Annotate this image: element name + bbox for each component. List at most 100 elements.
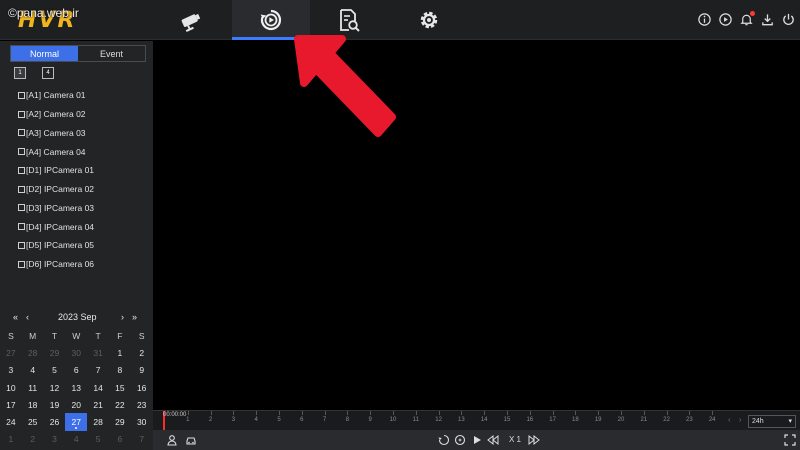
forward-30s-icon[interactable] xyxy=(453,433,467,447)
calendar-day[interactable]: 29 xyxy=(109,413,131,430)
calendar-day[interactable]: 4 xyxy=(22,362,44,379)
camera-item[interactable]: [D1] IPCamera 01 xyxy=(18,161,94,180)
calendar-day[interactable]: 28 xyxy=(87,413,109,430)
info-icon[interactable] xyxy=(697,12,712,27)
calendar-day[interactable]: 29 xyxy=(44,344,66,361)
camera-item[interactable]: [A1] Camera 01 xyxy=(18,86,94,105)
calendar-day[interactable]: 16 xyxy=(131,379,153,396)
rewind-30s-icon[interactable] xyxy=(437,433,451,447)
calendar-day[interactable]: 6 xyxy=(65,362,87,379)
camera-item[interactable]: [D4] IPCamera 04 xyxy=(18,217,94,236)
camera-checkbox[interactable] xyxy=(18,185,25,193)
vehicle-icon[interactable] xyxy=(184,433,198,447)
camera-item[interactable]: [D3] IPCamera 03 xyxy=(18,199,94,218)
calendar-week-row: 24 25 26 27 28 29 30 xyxy=(0,413,153,431)
timeline-tick-label: 16 xyxy=(526,417,534,423)
camera-item[interactable]: [A2] Camera 02 xyxy=(18,105,94,124)
bell-icon[interactable] xyxy=(739,11,755,27)
calendar-day[interactable]: 14 xyxy=(87,379,109,396)
calendar-day[interactable]: 3 xyxy=(44,431,66,448)
download-icon[interactable] xyxy=(760,12,775,27)
calendar-day[interactable]: 18 xyxy=(22,396,44,413)
timeline-tick-line xyxy=(643,411,645,415)
prev-year-button[interactable]: « xyxy=(13,312,18,322)
next-year-button[interactable]: » xyxy=(132,312,137,322)
camera-checkbox[interactable] xyxy=(18,241,25,249)
camera-checkbox[interactable] xyxy=(18,204,25,212)
calendar-weekday: M xyxy=(29,330,37,341)
calendar-day-selected[interactable]: 27 xyxy=(65,413,88,431)
calendar-day[interactable]: 2 xyxy=(131,344,153,361)
camera-item[interactable]: [A3] Camera 03 xyxy=(18,124,94,143)
camera-checkbox[interactable] xyxy=(18,223,25,231)
next-month-button[interactable]: › xyxy=(121,312,124,322)
user-icon[interactable] xyxy=(165,433,179,447)
calendar-day[interactable]: 20 xyxy=(65,396,87,413)
calendar-day[interactable]: 24 xyxy=(0,413,22,430)
layout-4-button[interactable]: 4 xyxy=(42,67,54,79)
timeline-tick-label: 20 xyxy=(617,417,625,423)
camera-item[interactable]: [D2] IPCamera 02 xyxy=(18,180,94,199)
calendar-day[interactable]: 31 xyxy=(87,344,109,361)
calendar-day[interactable]: 5 xyxy=(87,431,109,448)
camera-checkbox[interactable] xyxy=(18,148,25,156)
slow-down-icon[interactable] xyxy=(486,433,500,447)
chevron-down-icon: ▾ xyxy=(788,418,792,425)
calendar-day[interactable]: 21 xyxy=(87,396,109,413)
calendar-day[interactable]: 19 xyxy=(44,396,66,413)
play-circle-icon[interactable] xyxy=(718,12,733,27)
fullscreen-icon[interactable] xyxy=(783,433,797,447)
calendar-day[interactable]: 15 xyxy=(109,379,131,396)
power-icon[interactable] xyxy=(781,12,796,27)
tab-normal[interactable]: Normal xyxy=(11,46,78,61)
calendar-day[interactable]: 9 xyxy=(131,362,153,379)
calendar-day[interactable]: 3 xyxy=(0,362,22,379)
layout-1-button[interactable]: 1 xyxy=(14,67,26,79)
timeline-tick-label: 14 xyxy=(480,417,488,423)
calendar-day[interactable]: 23 xyxy=(131,396,153,413)
timeline-tick-line xyxy=(187,411,189,415)
timeline[interactable]: 1 2 3 4 5 6 7 8 9 10 11 12 13 14 15 16 17 18 19 20 21 22 23 24 … xyxy=(153,410,800,431)
camera-item[interactable]: [D6] IPCamera 06 xyxy=(18,255,94,274)
calendar-day[interactable]: 10 xyxy=(0,379,22,396)
camera-item[interactable]: [A4] Camera 04 xyxy=(18,142,94,161)
calendar-day[interactable]: 26 xyxy=(44,413,66,430)
camera-checkbox[interactable] xyxy=(18,260,25,268)
timeline-next-button[interactable]: › xyxy=(739,415,742,424)
calendar-day[interactable]: 30 xyxy=(65,344,87,361)
timeline-prev-button[interactable]: ‹ xyxy=(728,415,731,424)
calendar-day[interactable]: 1 xyxy=(109,344,131,361)
camera-checkbox[interactable] xyxy=(18,110,25,118)
calendar-day[interactable]: 5 xyxy=(44,362,66,379)
calendar-day[interactable]: 27 xyxy=(0,344,22,361)
prev-month-button[interactable]: ‹ xyxy=(26,312,29,322)
camera-checkbox[interactable] xyxy=(18,129,25,137)
layout-buttons: 1 4 xyxy=(14,67,54,79)
calendar-day[interactable]: 11 xyxy=(22,379,44,396)
timeline-range-select[interactable]: 24h ▾ xyxy=(748,415,796,428)
calendar-week-row: 1234567 xyxy=(0,431,153,448)
calendar-day[interactable]: 22 xyxy=(109,396,131,413)
calendar-day[interactable]: 7 xyxy=(131,431,153,448)
calendar-day[interactable]: 7 xyxy=(87,362,109,379)
camera-checkbox[interactable] xyxy=(18,166,25,174)
camera-checkbox[interactable] xyxy=(18,91,25,99)
calendar-day[interactable]: 1 xyxy=(0,431,22,448)
calendar-day[interactable]: 13 xyxy=(65,379,87,396)
speed-up-icon[interactable] xyxy=(527,433,541,447)
calendar-day[interactable]: 25 xyxy=(22,413,44,430)
calendar-day[interactable]: 8 xyxy=(109,362,131,379)
calendar-day[interactable]: 2 xyxy=(22,431,44,448)
calendar-day[interactable]: 17 xyxy=(0,396,22,413)
calendar-day[interactable]: 12 xyxy=(44,379,66,396)
play-icon[interactable] xyxy=(470,433,484,447)
tab-live-view[interactable] xyxy=(152,0,230,40)
calendar-day[interactable]: 6 xyxy=(109,431,131,448)
tab-event[interactable]: Event xyxy=(78,46,145,61)
calendar-day[interactable]: 28 xyxy=(22,344,44,361)
video-display[interactable] xyxy=(153,41,800,410)
camera-item[interactable]: [D5] IPCamera 05 xyxy=(18,236,94,255)
calendar-day[interactable]: 4 xyxy=(65,431,87,448)
timeline-tick-line xyxy=(301,411,303,415)
calendar-day[interactable]: 30 xyxy=(131,413,153,430)
